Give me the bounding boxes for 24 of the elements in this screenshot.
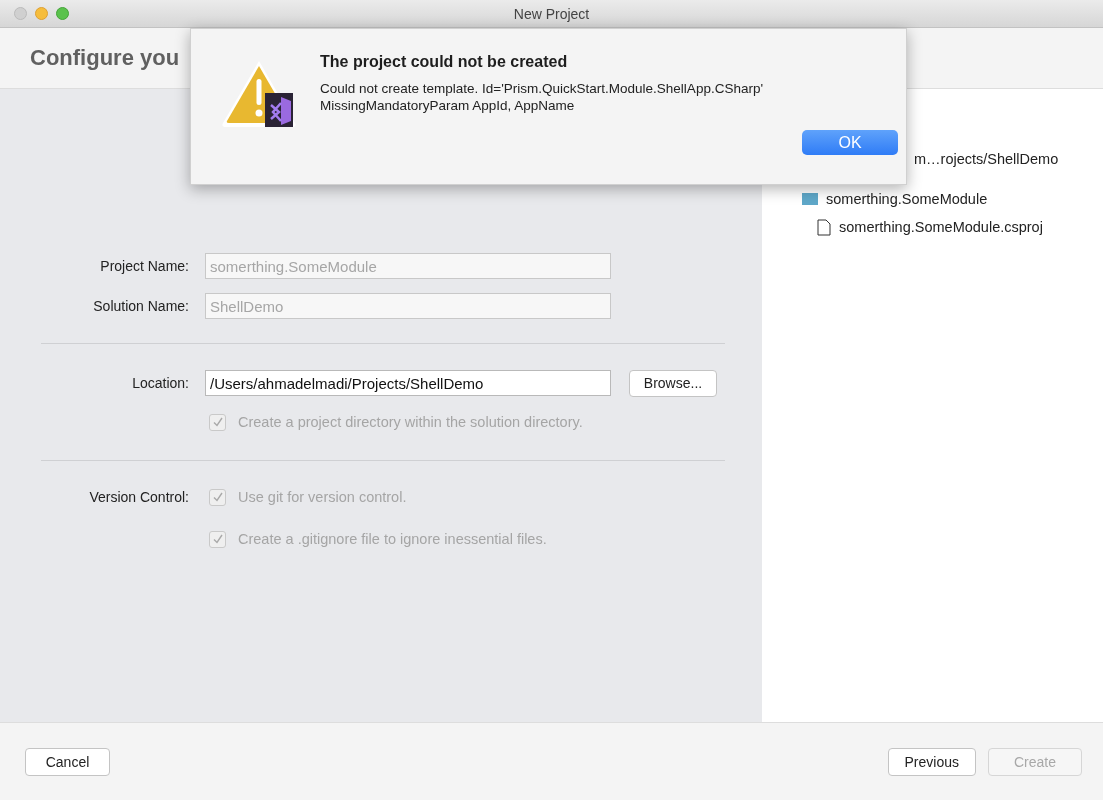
close-button[interactable] (14, 7, 27, 20)
checkbox-label: Create a project directory within the solution directory. (238, 414, 583, 430)
folder-icon (802, 193, 818, 205)
page-title: Configure you (30, 45, 180, 71)
checkbox-label: Create a .gitignore file to ignore inessential files. (238, 531, 547, 547)
dialog-title: The project could not be created (320, 53, 569, 71)
location-field[interactable]: /Users/ahmadelmadi/Projects/ShellDemo (205, 370, 611, 396)
zoom-button[interactable] (56, 7, 69, 20)
field-label: Solution Name: (92, 298, 190, 314)
tree-item[interactable]: somerthing.SomeModule (826, 191, 988, 207)
checkbox-label: Use git for version control. (238, 489, 407, 505)
dialog-message: MissingMandatoryParam AppId, AppName (320, 97, 576, 114)
tree-item[interactable]: somerthing.SomeModule.csproj (839, 219, 1043, 235)
dialog-message: Could not create template. Id='Prism.QuickStart.Module.ShellApp.CSharp' (320, 80, 764, 97)
tree-item[interactable]: m…rojects/ShellDemo (914, 151, 1059, 167)
field-label: Location: (131, 375, 190, 391)
window-title: New Project (513, 5, 590, 22)
minimize-button[interactable] (35, 7, 48, 20)
footer-button[interactable]: Cancel (25, 747, 110, 776)
field-label: Project Name: (99, 258, 190, 274)
footer-button[interactable]: Previous (887, 747, 976, 776)
field-label: Version Control: (88, 489, 190, 505)
file-icon (817, 218, 831, 236)
browse-button[interactable]: Browse... (629, 369, 717, 397)
